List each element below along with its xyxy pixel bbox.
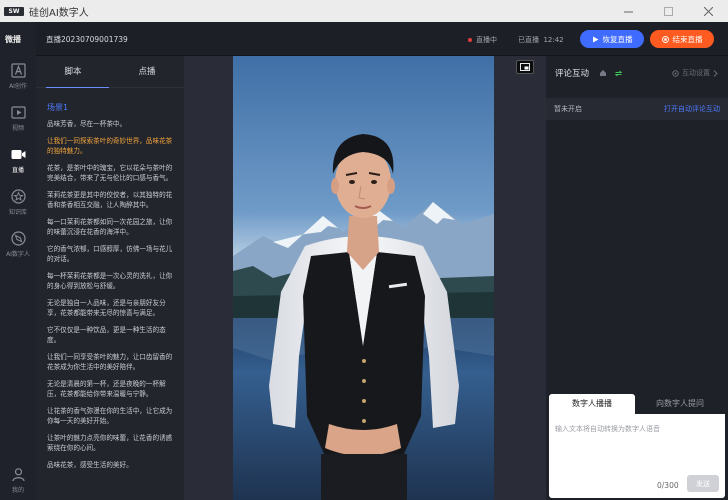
send-button[interactable]: 发送: [687, 475, 719, 492]
avatar-scene-image: [233, 56, 494, 500]
elapsed-value: 12:42: [543, 36, 564, 44]
nav-label: 我的: [11, 486, 24, 494]
tab-digital-human-broadcast[interactable]: 数字人播播: [549, 394, 635, 414]
nav-label: 视频: [11, 124, 24, 132]
letter-a-icon: [10, 62, 26, 78]
pip-icon: [520, 63, 530, 71]
elapsed-time: 已直播 12:42: [518, 35, 564, 45]
tab-script[interactable]: 脚本: [36, 56, 110, 87]
script-paragraph: 让我们一同享受茶叶的魅力，让口齿留香的花茶成为你生活中的美好陪伴。: [47, 352, 173, 372]
nav-item-live[interactable]: 直播: [0, 142, 36, 178]
user-icon: [11, 467, 25, 481]
script-paragraph: 它的香气浓郁，口感醇厚，仿佛一场与花儿的对话。: [47, 244, 173, 264]
close-icon: [703, 6, 713, 16]
title-bar: SW 硅创AI数字人: [0, 0, 728, 22]
script-paragraph: 让我们一同探索茶叶的奇妙世界，品味花茶的独特魅力。: [47, 136, 173, 156]
script-paragraph: 让花茶的香气弥漫在你的生活中，让它成为你每一天的美好开始。: [47, 406, 173, 426]
text-input-placeholder: 输入文本将自动转换为数字人语音: [555, 425, 660, 433]
script-paragraph: 茉莉花茶更是其中的佼佼者，以其独特的花香和茶香相互交融，让人陶醉其中。: [47, 190, 173, 210]
nav-label: 直播: [11, 166, 24, 174]
nav-label: AI数字人: [6, 250, 30, 258]
live-status-label: 直播中: [476, 36, 497, 44]
app-title: 硅创AI数字人: [29, 7, 89, 19]
picture-in-picture-button[interactable]: [516, 60, 534, 74]
nav-item-knowledge[interactable]: 知识库: [0, 184, 36, 220]
interaction-settings-button[interactable]: 互动设置: [672, 68, 718, 78]
chevron-right-icon: [713, 69, 718, 77]
text-input-box[interactable]: 输入文本将自动转换为数字人语音 0/300 发送: [549, 414, 725, 498]
live-status: 直播中: [468, 35, 497, 45]
home-icon[interactable]: [599, 69, 607, 77]
close-button[interactable]: [688, 0, 728, 22]
script-paragraph: 花茶，是茶叶中的瑰宝，它以花朵与茶叶的完美结合，带来了无与伦比的口感与香气。: [47, 163, 173, 183]
play-icon: [592, 36, 598, 42]
nav-item-video[interactable]: 视频: [0, 100, 36, 136]
live-session-id: 直播20230709001739: [46, 35, 128, 44]
sync-icon[interactable]: [614, 69, 623, 78]
resume-live-button[interactable]: 恢复直播: [580, 30, 644, 48]
nav-brand: 微播: [5, 35, 21, 44]
settings-icon: [672, 69, 679, 77]
resume-live-label: 恢复直播: [602, 34, 633, 44]
scene-title: 场景1: [47, 103, 69, 112]
maximize-icon: [663, 6, 673, 16]
script-paragraph: 品味花茶，感受生活的美好。: [47, 460, 133, 469]
maximize-button[interactable]: [648, 0, 688, 22]
script-paragraph: 品味芳香，尽在一杯茶中。: [47, 120, 127, 128]
auto-comment-row: 暂未开启 打开自动评论互动: [546, 98, 728, 120]
script-paragraph: 让茶叶的魅力点亮你的味蕾，让花香的诱惑萦绕在你的心间。: [47, 433, 173, 453]
end-live-label: 结束直播: [672, 34, 703, 44]
nav-item-ai-human[interactable]: AI数字人: [0, 226, 36, 262]
script-paragraphs: 品味芳香，尽在一杯茶中。让我们一同探索茶叶的奇妙世界，品味花茶的独特魅力。 花茶，…: [36, 113, 184, 470]
input-tabs: 数字人播播 向数字人提问: [549, 394, 725, 414]
video-play-icon: [10, 105, 26, 119]
script-paragraph: 每一口茉莉花茶都如同一次花园之旅，让你的味蕾沉浸在花香的海洋中。: [47, 217, 173, 237]
script-paragraph: 每一杯茉莉花茶都是一次心灵的洗礼，让你的身心得到放松与舒缓。: [47, 271, 173, 291]
avatar-video: [233, 56, 494, 500]
compass-icon: [10, 230, 26, 246]
live-dot-icon: [468, 38, 472, 42]
interaction-settings-label: 互动设置: [682, 69, 710, 77]
tab-on-demand[interactable]: 点播: [110, 56, 184, 87]
app-logo: SW: [4, 6, 24, 16]
script-paragraph: 它不仅仅是一种饮品，更是一种生活的态度。: [47, 325, 166, 345]
comments-title: 评论互动: [555, 69, 590, 79]
nav-item-profile[interactable]: 我的: [0, 462, 36, 498]
minimize-button[interactable]: [608, 0, 648, 22]
script-paragraph: 无论是清晨的第一杯，还是夜晚的一杯解压，花茶都能给你带来温暖与宁静。: [47, 379, 166, 399]
camera-icon: [11, 149, 25, 159]
nav-label: AI创作: [9, 82, 27, 90]
live-topbar: 直播20230709001739 直播中 已直播 12:42 恢复直播 结束直播: [36, 22, 728, 56]
active-tab-indicator: [46, 87, 109, 88]
elapsed-label: 已直播: [518, 36, 539, 44]
left-nav: 微播 AI创作 视频 直播 知识库 AI数字人 我的: [0, 22, 36, 500]
end-live-button[interactable]: 结束直播: [650, 30, 714, 48]
char-counter: 0/300: [657, 481, 679, 490]
speech-input-area: 数字人播播 向数字人提问 输入文本将自动转换为数字人语音 0/300 发送: [546, 394, 728, 500]
auto-comment-status: 暂未开启: [554, 105, 582, 113]
nav-item-ai-create[interactable]: AI创作: [0, 58, 36, 94]
script-tabs: 脚本 点播: [36, 56, 184, 88]
char-max: /300: [661, 481, 679, 490]
tab-ask-digital-human[interactable]: 向数字人提问: [635, 394, 725, 414]
stop-icon: [661, 35, 669, 43]
nav-label: 知识库: [8, 208, 27, 216]
star-icon: [10, 188, 26, 204]
minimize-icon: [623, 11, 633, 12]
enable-auto-comment-link[interactable]: 打开自动评论互动: [664, 104, 720, 114]
stage: [184, 56, 546, 500]
script-panel: 脚本 点播 场景1 品味芳香，尽在一杯茶中。让我们一同探索茶叶的奇妙世界，品味花…: [36, 56, 184, 500]
script-paragraph: 无论是独自一人品味，还是与亲朋好友分享，花茶都能带来无尽的惊喜与满足。: [47, 298, 166, 318]
